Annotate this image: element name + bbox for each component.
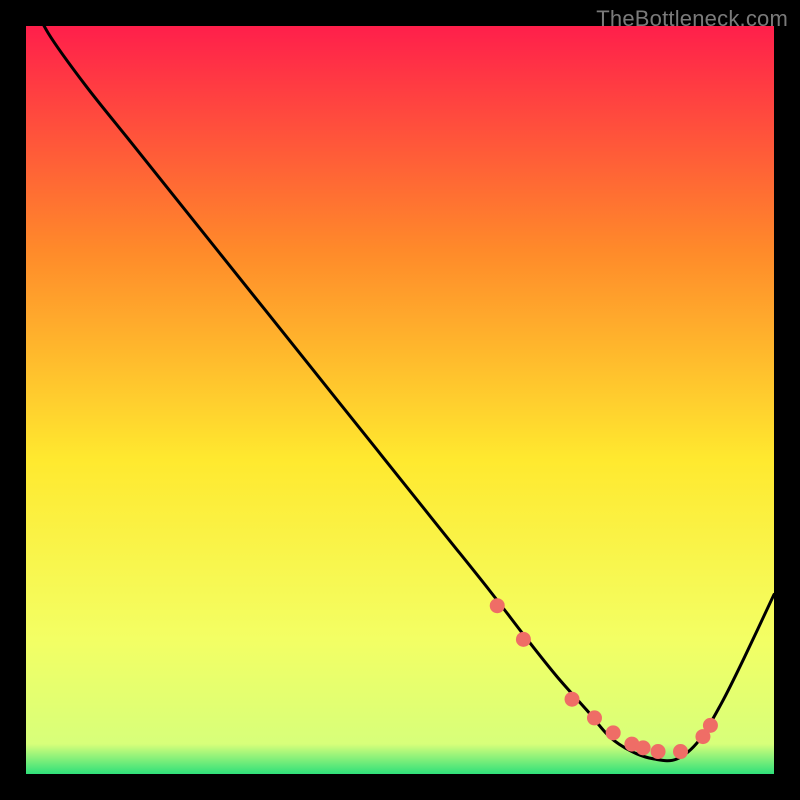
data-point-marker xyxy=(490,598,505,613)
chart-root: TheBottleneck.com xyxy=(0,0,800,800)
data-point-marker xyxy=(516,632,531,647)
chart-svg xyxy=(26,26,774,774)
data-point-marker xyxy=(587,710,602,725)
data-point-marker xyxy=(565,692,580,707)
data-point-marker xyxy=(636,740,651,755)
data-point-marker xyxy=(673,744,688,759)
data-point-marker xyxy=(606,725,621,740)
gradient-background xyxy=(26,26,774,774)
data-point-marker xyxy=(651,744,666,759)
data-point-marker xyxy=(703,718,718,733)
plot-area xyxy=(26,26,774,774)
watermark-text: TheBottleneck.com xyxy=(596,6,788,32)
